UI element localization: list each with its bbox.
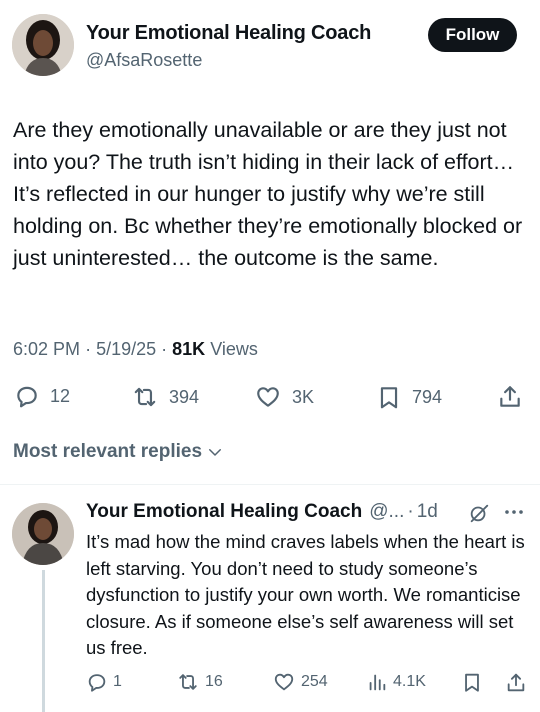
reply-separator: ·	[407, 501, 414, 522]
reply-avatar[interactable]	[12, 503, 74, 565]
reply-reply-count: 1	[113, 673, 122, 690]
avatar[interactable]	[12, 14, 74, 76]
grok-icon[interactable]	[468, 502, 490, 529]
share-button[interactable]	[497, 383, 523, 410]
share-icon	[507, 673, 525, 692]
author-name[interactable]: Your Emotional Healing Coach	[86, 22, 371, 45]
repost-count: 394	[169, 386, 200, 407]
share-icon	[500, 386, 520, 407]
bookmark-count: 794	[412, 387, 443, 407]
more-icon[interactable]	[502, 504, 526, 525]
like-count: 3K	[292, 386, 315, 407]
reply-author-name[interactable]: Your Emotional Healing Coach	[86, 501, 362, 523]
tweet-meta: 6:02 PM · 5/19/25 · 81K Views	[13, 339, 258, 359]
chevron-down-icon	[209, 449, 222, 456]
bookmark-button[interactable]: 794	[376, 384, 442, 411]
like-button[interactable]: 3K	[254, 384, 314, 410]
reply-like-button[interactable]: 254	[272, 671, 328, 693]
repost-button[interactable]: 394	[131, 384, 199, 410]
tweet-date[interactable]: 5/19/25	[96, 339, 156, 359]
bookmark-icon	[465, 673, 479, 692]
reply-icon	[88, 674, 106, 692]
reply-time[interactable]: 1d	[417, 501, 438, 523]
reply-views-count: 4.1K	[393, 673, 426, 690]
reply-icon	[17, 386, 37, 408]
reply-like-count: 254	[301, 673, 328, 690]
author-handle[interactable]: @AfsaRosette	[86, 50, 202, 71]
repost-icon	[134, 387, 156, 407]
reply-views-button[interactable]: 4.1K	[366, 671, 426, 693]
repost-icon	[179, 674, 197, 690]
reply-repost-count: 16	[205, 673, 223, 690]
reply-share-button[interactable]	[505, 671, 527, 694]
reply-button[interactable]: 12	[14, 383, 70, 409]
replies-sort-dropdown[interactable]: Most relevant replies	[13, 441, 224, 463]
thread-line	[42, 570, 45, 712]
follow-button[interactable]: Follow	[428, 18, 517, 52]
tweet-time[interactable]: 6:02 PM	[13, 339, 80, 359]
reply-bookmark-button[interactable]	[461, 671, 483, 694]
views-icon	[369, 674, 386, 691]
replies-sort-label: Most relevant replies	[13, 441, 203, 462]
reply-repost-button[interactable]: 16	[176, 671, 223, 693]
reply-author-handle[interactable]: @...	[369, 501, 404, 523]
views-count: 81K	[172, 339, 206, 359]
reply-text: It’s mad how the mind craves labels when…	[86, 531, 525, 658]
like-icon	[257, 387, 279, 407]
like-icon	[274, 673, 294, 691]
tweet-text: Are they emotionally unavailable or are …	[13, 118, 523, 270]
divider	[0, 484, 540, 485]
reply-header: Your Emotional Healing Coach @... · 1d	[86, 501, 438, 523]
reply-reply-button[interactable]: 1	[86, 671, 122, 693]
views-label: Views	[210, 339, 258, 359]
reply-count: 12	[50, 385, 71, 406]
bookmark-icon	[380, 387, 398, 409]
